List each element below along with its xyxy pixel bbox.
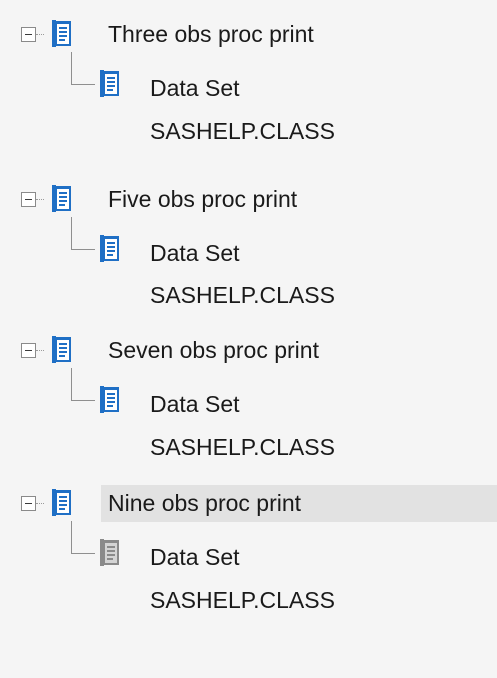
tree-connector (36, 503, 44, 504)
tree-connector (71, 368, 72, 400)
results-tree: Three obs proc print Data Set SASHELP.CL… (0, 0, 497, 678)
tree-node-label[interactable]: Three obs proc print (108, 21, 314, 47)
child-label-line1[interactable]: Data Set (150, 391, 240, 417)
collapse-icon[interactable] (21, 192, 36, 207)
child-label-line1[interactable]: Data Set (150, 544, 240, 570)
tree-node-label[interactable]: Seven obs proc print (108, 337, 319, 363)
tree-connector (71, 553, 95, 554)
child-label-line2[interactable]: SASHELP.CLASS (150, 434, 335, 460)
tree-connector (71, 521, 72, 553)
collapse-icon[interactable] (21, 343, 36, 358)
collapse-icon[interactable] (21, 27, 36, 42)
tree-connector (71, 400, 95, 401)
child-label-line2[interactable]: SASHELP.CLASS (150, 282, 335, 308)
tree-connector (36, 199, 44, 200)
tree-connector (36, 350, 44, 351)
report-output-icon[interactable] (50, 184, 74, 214)
data-set-icon[interactable] (98, 69, 122, 99)
tree-connector (71, 249, 95, 250)
tree-connector (71, 84, 95, 85)
child-label-line1[interactable]: Data Set (150, 240, 240, 266)
data-set-icon[interactable] (98, 234, 122, 264)
tree-connector (71, 217, 72, 249)
report-output-icon[interactable] (50, 488, 74, 518)
collapse-icon[interactable] (21, 496, 36, 511)
report-output-icon[interactable] (50, 335, 74, 365)
tree-connector (36, 34, 44, 35)
child-label-line1[interactable]: Data Set (150, 75, 240, 101)
tree-node-label[interactable]: Five obs proc print (108, 186, 297, 212)
data-set-icon[interactable] (98, 538, 122, 568)
report-output-icon[interactable] (50, 19, 74, 49)
data-set-icon[interactable] (98, 385, 122, 415)
tree-connector (71, 52, 72, 84)
child-label-line2[interactable]: SASHELP.CLASS (150, 118, 335, 144)
child-label-line2[interactable]: SASHELP.CLASS (150, 587, 335, 613)
tree-node-label[interactable]: Nine obs proc print (108, 490, 301, 516)
